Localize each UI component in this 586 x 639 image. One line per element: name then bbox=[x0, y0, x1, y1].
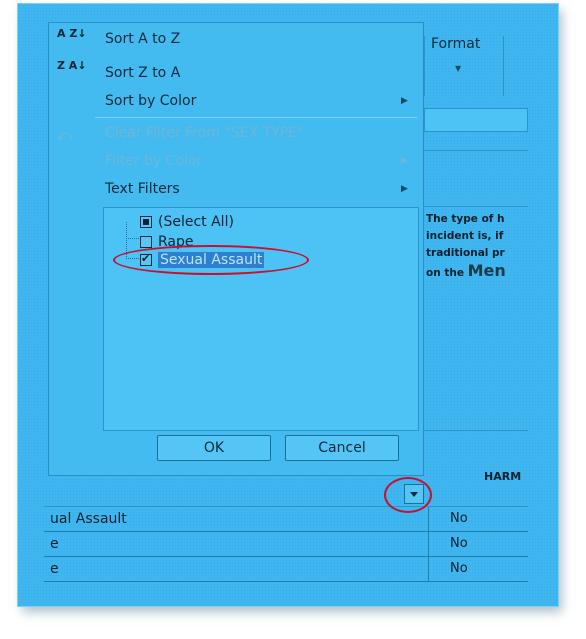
harm-column-header[interactable]: HARM bbox=[484, 470, 521, 483]
menu-item-sort-by-color[interactable]: Sort by Color bbox=[105, 93, 196, 109]
column-divider bbox=[428, 557, 429, 581]
note-line: incident is, if bbox=[426, 230, 504, 242]
table-row[interactable]: e No bbox=[44, 532, 528, 557]
menu-item-filter-by-color[interactable]: Filter by Color bbox=[105, 153, 202, 169]
menu-item-text-filters[interactable]: Text Filters bbox=[105, 181, 180, 197]
note-big-word: Men bbox=[467, 261, 506, 280]
chevron-right-icon: ▶ bbox=[401, 156, 408, 166]
clear-filter-icon: ⤺ bbox=[57, 128, 72, 144]
format-ribbon-button[interactable]: Format ▼ bbox=[424, 36, 504, 96]
table-row[interactable]: e No bbox=[44, 557, 528, 582]
rape-checkbox[interactable] bbox=[140, 236, 152, 248]
sex-type-cell[interactable]: e bbox=[50, 536, 59, 552]
tree-connector bbox=[126, 222, 139, 239]
note-line: The type of h bbox=[426, 213, 505, 225]
filter-checklist[interactable]: (Select All) Rape Sexual Assault bbox=[103, 207, 419, 431]
column-divider bbox=[428, 532, 429, 556]
sex-type-cell[interactable]: ual Assault bbox=[50, 511, 127, 527]
harm-cell[interactable]: No bbox=[450, 511, 468, 526]
annotation-circle bbox=[113, 245, 309, 275]
checklist-label: (Select All) bbox=[158, 214, 234, 230]
formula-bar[interactable] bbox=[424, 108, 528, 132]
chevron-down-icon: ▼ bbox=[455, 64, 462, 73]
harm-cell[interactable]: No bbox=[450, 561, 468, 576]
menu-item-sort-z-to-a[interactable]: Sort Z to A bbox=[105, 65, 180, 81]
description-cell[interactable]: The type of h incident is, if traditiona… bbox=[426, 211, 530, 321]
sex-type-cell[interactable]: e bbox=[50, 561, 59, 577]
grid-line bbox=[424, 206, 528, 207]
column-divider bbox=[428, 507, 429, 531]
format-label: Format bbox=[431, 36, 481, 52]
cancel-button[interactable]: Cancel bbox=[285, 435, 399, 461]
note-prefix: on the bbox=[426, 267, 468, 279]
note-line: traditional pr bbox=[426, 247, 505, 259]
sort-az-icon: A Z↓ bbox=[57, 27, 87, 40]
grid-line bbox=[424, 430, 528, 431]
menu-item-clear-filter[interactable]: Clear Filter From "SEX TYPE" bbox=[105, 125, 303, 141]
note-line: on the Men bbox=[426, 262, 530, 282]
chevron-right-icon: ▶ bbox=[401, 96, 408, 106]
menu-separator bbox=[95, 117, 417, 118]
grid-line bbox=[424, 150, 528, 151]
annotation-circle bbox=[384, 477, 432, 513]
menu-item-sort-a-to-z[interactable]: Sort A to Z bbox=[105, 31, 180, 47]
select-all-checkbox[interactable] bbox=[140, 216, 152, 228]
harm-cell[interactable]: No bbox=[450, 536, 468, 551]
ok-button[interactable]: OK bbox=[157, 435, 271, 461]
table-row[interactable]: ual Assault No bbox=[44, 507, 528, 532]
chevron-right-icon: ▶ bbox=[401, 184, 408, 194]
sort-za-icon: Z A↓ bbox=[57, 59, 87, 72]
